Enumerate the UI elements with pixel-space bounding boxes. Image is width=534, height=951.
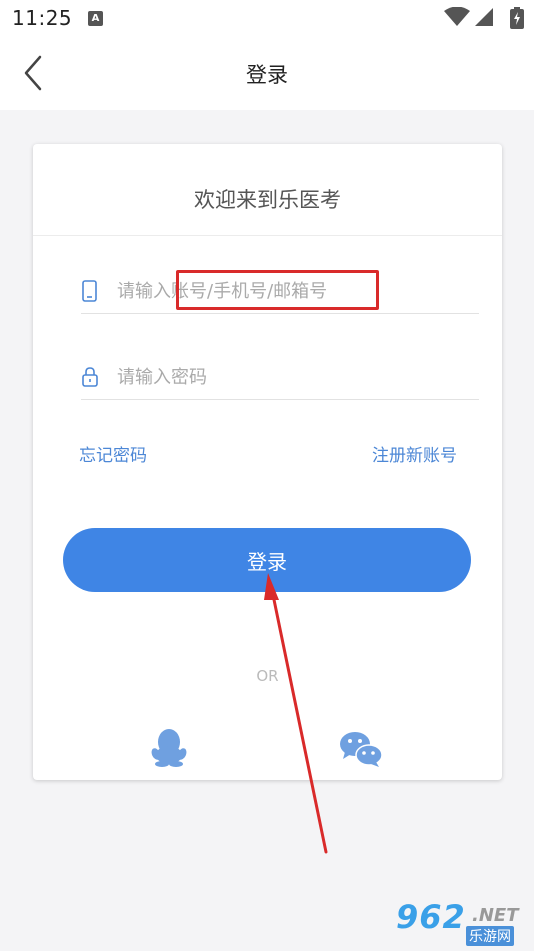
welcome-text: 欢迎来到乐医考 [194, 188, 341, 212]
register-link[interactable]: 注册新账号 [372, 441, 457, 466]
login-card: 欢迎来到乐医考 忘记密码 注册新账号 登录 OR [33, 144, 502, 780]
or-divider-label: OR [256, 667, 279, 685]
phone-icon [82, 280, 97, 302]
password-input-row [81, 352, 479, 400]
login-button[interactable]: 登录 [63, 528, 471, 592]
nav-bar: 登录 [0, 36, 534, 110]
wifi-icon [444, 7, 470, 26]
watermark-logo: 962 .NET 乐游网 [394, 898, 530, 948]
forgot-password-link[interactable]: 忘记密码 [79, 441, 147, 466]
page-title: 登录 [246, 63, 288, 87]
watermark-number: 962 [396, 898, 466, 936]
status-bar: 11:25 A [0, 0, 534, 36]
wechat-icon[interactable] [339, 730, 383, 768]
status-time: 11:25 [12, 6, 73, 30]
watermark-digits: 962 [396, 898, 466, 936]
qq-icon[interactable] [150, 727, 188, 767]
signal-icon [475, 8, 493, 26]
battery-icon [510, 7, 524, 29]
notification-a-icon: A [88, 11, 103, 26]
lock-icon [82, 367, 98, 387]
card-divider [33, 235, 502, 236]
watermark-subtitle: 乐游网 [466, 926, 514, 946]
annotation-highlight-box [176, 270, 379, 310]
watermark-suffix: .NET [472, 905, 519, 926]
password-input[interactable] [117, 362, 477, 392]
